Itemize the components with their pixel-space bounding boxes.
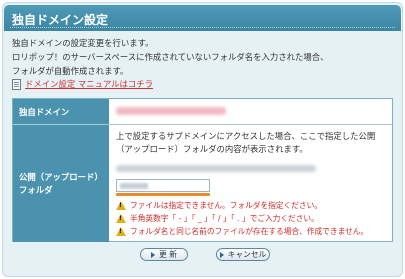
warning-1: ファイルは指定できません。フォルダを指定ください。	[116, 200, 322, 211]
description-line-3: フォルダが自動作成されます。	[12, 66, 129, 76]
arrow-right-icon	[219, 251, 224, 258]
table-row-public-folder: 公開（アップロード） フォルダ 上で設定するサブドメインにアクセスした場合、ここ…	[13, 125, 392, 242]
folder-path-prefix-redacted	[116, 165, 316, 172]
arrow-right-icon	[151, 251, 156, 258]
document-icon	[12, 78, 21, 90]
warning-3: フォルダ名と同じ名前のファイルが存在する場合、作成できません。	[116, 226, 368, 237]
description-line-2: ロリポップ！のサーバースペースに作成されていないフォルダ名を入力された場合、	[12, 52, 329, 62]
cancel-button[interactable]: キャンセル	[216, 248, 270, 261]
warning-icon	[116, 214, 126, 223]
label-public-folder-line1: 公開（アップロード）	[19, 171, 103, 182]
page-title: 独自ドメイン設定	[4, 5, 401, 31]
cancel-button-label: キャンセル	[227, 250, 267, 259]
input-underline	[116, 193, 210, 196]
domain-value-redacted	[116, 107, 226, 115]
manual-link-label[interactable]: ドメイン設定 マニュアルはコチラ	[25, 78, 153, 90]
warning-text: 半角英数字「 - 」「 _ 」「 / 」「 . 」でご入力ください。	[130, 214, 319, 223]
folder-input-value-redacted	[120, 183, 148, 189]
warning-2: 半角英数字「 - 」「 _ 」「 / 」「 . 」でご入力ください。	[116, 213, 319, 224]
label-domain: 独自ドメイン	[13, 99, 109, 124]
domain-form-table: 独自ドメイン 公開（アップロード） フォルダ 上で設定するサブドメインにアクセス…	[12, 98, 393, 242]
description-line-1: 独自ドメインの設定変更を行います。	[12, 38, 154, 48]
label-public-folder: 公開（アップロード） フォルダ	[13, 125, 109, 242]
description: 独自ドメインの設定変更を行います。 ロリポップ！のサーバースペースに作成されてい…	[12, 36, 397, 78]
public-folder-cell: 上で設定するサブドメインにアクセスした場合、ここで指定した公開（アップロード）フ…	[110, 125, 392, 242]
warning-icon	[116, 227, 126, 236]
warning-text: フォルダ名と同じ名前のファイルが存在する場合、作成できません。	[130, 227, 369, 236]
warning-text: ファイルは指定できません。フォルダを指定ください。	[130, 201, 322, 210]
warning-icon	[116, 201, 126, 210]
table-row-domain: 独自ドメイン	[13, 99, 392, 125]
folder-input[interactable]	[116, 179, 210, 192]
update-button-label: 更 新	[159, 250, 177, 259]
manual-link[interactable]: ドメイン設定 マニュアルはコチラ	[12, 78, 153, 90]
domain-value-cell	[110, 99, 392, 124]
folder-help-text: 上で設定するサブドメインにアクセスした場合、ここで指定した公開（アップロード）フ…	[116, 131, 376, 154]
label-public-folder-line2: フォルダ	[19, 184, 53, 195]
update-button[interactable]: 更 新	[140, 248, 188, 261]
